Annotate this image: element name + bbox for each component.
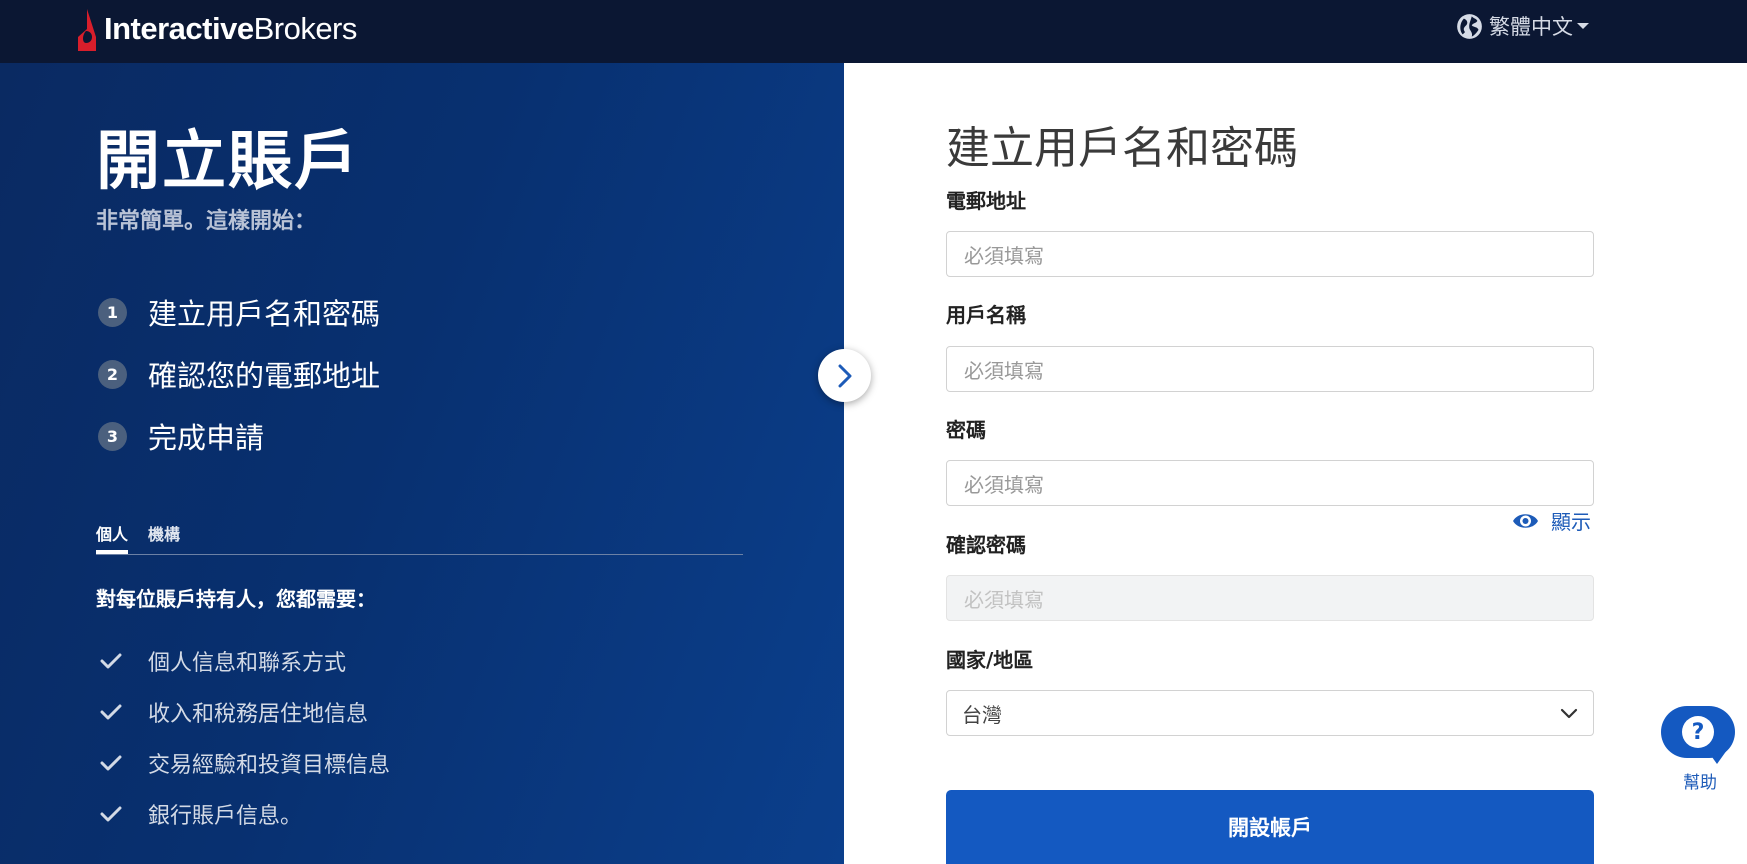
brand-name: InteractiveBrokers (104, 11, 357, 46)
chevron-down-icon (1560, 708, 1578, 718)
check-icon (100, 755, 122, 770)
globe-icon (1457, 13, 1482, 39)
username-label: 用戶名稱 (946, 303, 1026, 327)
chevron-right-icon (838, 364, 851, 387)
show-password-label: 顯示 (1551, 510, 1591, 534)
requirement-text: 個人信息和聯系方式 (148, 650, 347, 676)
step-label: 完成申請 (148, 421, 265, 455)
requirements-title: 對每位賬戶持有人，您都需要： (96, 587, 376, 611)
steps-list: 1 建立用戶名和密碼 2 確認您的電郵地址 3 完成申請 (98, 281, 380, 467)
step-number-badge: 3 (98, 421, 127, 451)
password-label: 密碼 (946, 418, 986, 442)
requirements-list: 個人信息和聯系方式 收入和稅務居住地信息 交易經驗和投資目標信息 銀行賬戶信息。 (100, 635, 390, 839)
help-bubble-tail (1707, 750, 1727, 764)
check-icon (100, 653, 122, 668)
show-password-toggle[interactable]: 顯示 (1512, 506, 1591, 535)
top-navigation-bar: InteractiveBrokers 繁體中文 (0, 0, 1747, 63)
form-title: 建立用戶名和密碼 (946, 123, 1298, 174)
collapse-panel-button[interactable] (818, 349, 871, 402)
help-icon: ? (1682, 716, 1714, 748)
language-selector[interactable]: 繁體中文 (1456, 10, 1589, 42)
list-item: 個人信息和聯系方式 (100, 635, 390, 686)
step-number-badge: 1 (98, 297, 127, 327)
open-account-button[interactable]: 開設帳戶 (946, 790, 1594, 864)
list-item: 銀行賬戶信息。 (100, 788, 390, 839)
eye-icon (1513, 513, 1538, 528)
requirement-text: 銀行賬戶信息。 (148, 803, 303, 829)
requirement-text: 交易經驗和投資目標信息 (148, 752, 391, 778)
country-select[interactable]: 台灣 (946, 690, 1594, 736)
check-icon (100, 806, 122, 821)
step-label: 建立用戶名和密碼 (148, 297, 381, 331)
password-field[interactable]: 必須填寫 (946, 460, 1594, 506)
language-label: 繁體中文 (1489, 15, 1573, 39)
step-label: 確認您的電郵地址 (148, 359, 381, 393)
onboarding-info-panel: 開立賬戶 非常簡單。這樣開始： 1 建立用戶名和密碼 2 確認您的電郵地址 3 … (0, 63, 844, 864)
email-field[interactable]: 必須填寫 (946, 231, 1594, 277)
panel-subtitle: 非常簡單。這樣開始： (96, 209, 317, 234)
email-label: 電郵地址 (946, 189, 1026, 213)
list-item: 交易經驗和投資目標信息 (100, 737, 390, 788)
country-label: 國家/地區 (946, 648, 1034, 672)
step-item: 1 建立用戶名和密碼 (98, 281, 380, 343)
interactive-brokers-logo[interactable]: InteractiveBrokers (74, 4, 357, 54)
tab-individual[interactable]: 個人 (96, 521, 128, 554)
account-type-tabs: 個人 機構 (96, 515, 743, 555)
help-label[interactable]: 幫助 (1683, 768, 1717, 793)
step-item: 2 確認您的電郵地址 (98, 343, 380, 405)
confirm-password-label: 確認密碼 (946, 533, 1026, 557)
confirm-password-field[interactable]: 必須填寫 (946, 575, 1594, 621)
list-item: 收入和稅務居住地信息 (100, 686, 390, 737)
panel-title: 開立賬戶 (96, 125, 360, 199)
step-item: 3 完成申請 (98, 405, 380, 467)
ib-logo-icon (78, 9, 96, 51)
help-widget[interactable]: ? 幫助 (1661, 706, 1735, 793)
tab-institution[interactable]: 機構 (148, 521, 180, 554)
caret-down-icon (1577, 23, 1589, 29)
country-selected-value: 台灣 (962, 702, 1002, 727)
step-number-badge: 2 (98, 359, 127, 389)
check-icon (100, 704, 122, 719)
username-field[interactable]: 必須填寫 (946, 346, 1594, 392)
requirement-text: 收入和稅務居住地信息 (148, 701, 369, 727)
